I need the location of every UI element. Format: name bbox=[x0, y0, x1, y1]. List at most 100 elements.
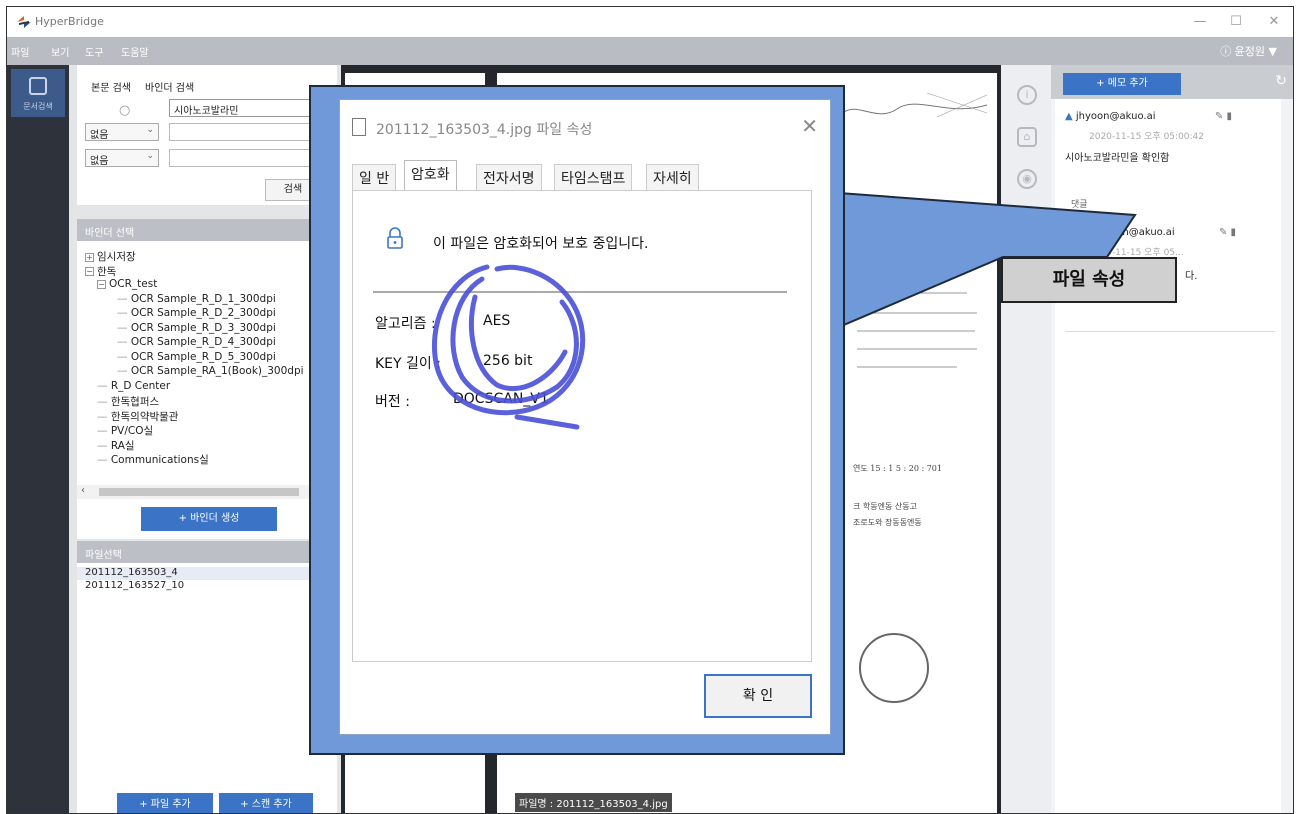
tree-item[interactable]: − OCR_test bbox=[97, 278, 157, 290]
nav-rail: 문서검색 bbox=[7, 65, 69, 813]
tree-item[interactable]: — OCR Sample_R_D_5_300dpi bbox=[117, 351, 276, 363]
expand-icon[interactable]: + bbox=[85, 252, 94, 262]
file-actions: + 파일 추가 + 스캔 추가 bbox=[77, 783, 337, 813]
reply-content: 다. bbox=[1185, 271, 1198, 282]
memo-panel: + 메모 추가 ↻ ▲ jhyoon@akuo.ai ✎ ▮ 2020-11-1… bbox=[1051, 65, 1293, 813]
document-search-icon bbox=[29, 77, 47, 95]
memo-list: ▲ jhyoon@akuo.ai ✎ ▮ 2020-11-15 오후 05:00… bbox=[1055, 99, 1281, 813]
tree-item[interactable]: — OCR Sample_R_D_1_300dpi bbox=[117, 293, 276, 305]
tab-text-search[interactable]: 본문 검색 bbox=[87, 77, 135, 96]
tree-branch-icon: — bbox=[97, 439, 111, 452]
filter-select-2[interactable]: 없음 ⌄ bbox=[85, 149, 159, 167]
user-menu[interactable]: ⓘ 윤정원 ▼ bbox=[1220, 43, 1277, 59]
file-icon bbox=[352, 118, 366, 136]
rail-item-document-search[interactable]: 문서검색 bbox=[11, 69, 65, 117]
tree-item[interactable]: — 한독협퍼스 bbox=[97, 394, 159, 409]
collapse-icon[interactable]: − bbox=[85, 267, 94, 276]
tree-branch-icon: — bbox=[117, 321, 131, 334]
tree-item[interactable]: + 임시저장 bbox=[85, 249, 136, 264]
minimize-button[interactable]: — bbox=[1185, 12, 1215, 32]
menu-help[interactable]: 도움말 bbox=[121, 44, 149, 59]
tab-binder-search[interactable]: 바인더 검색 bbox=[141, 77, 198, 96]
tab-encryption[interactable]: 암호화 bbox=[404, 160, 457, 192]
close-button[interactable]: ✕ bbox=[1259, 12, 1289, 32]
tree-item[interactable]: − 한독 bbox=[85, 264, 116, 279]
search-input[interactable]: 시아노코발라민 bbox=[169, 99, 329, 117]
refresh-icon[interactable]: ↻ bbox=[1275, 73, 1287, 89]
create-binder-button[interactable]: + 바인더 생성 bbox=[141, 507, 277, 531]
memo-content: 시아노코발라민을 확인함 bbox=[1065, 153, 1170, 164]
user-icon: ▲ bbox=[1084, 227, 1092, 238]
stamp-icon[interactable]: ◉ bbox=[1017, 169, 1037, 189]
rail-item-label: 문서검색 bbox=[23, 102, 53, 111]
document-line: 조로도와 장동동엔동 bbox=[853, 518, 922, 527]
tab-details[interactable]: 자세히 bbox=[646, 164, 699, 190]
tree-branch-icon: — bbox=[117, 336, 131, 348]
tree-item[interactable]: — RA실 bbox=[97, 438, 135, 453]
file-list: 201112_163503_4 201112_163527_10 bbox=[77, 563, 337, 783]
file-item[interactable]: 201112_163503_4 bbox=[77, 567, 337, 580]
tree-item[interactable]: — OCR Sample_R_D_3_300dpi bbox=[117, 322, 276, 334]
memo-timestamp: 2020-11-15 오후 05:00:42 bbox=[1089, 132, 1205, 142]
title-bar: HyperBridge — ☐ ✕ bbox=[7, 7, 1293, 37]
tab-digital-signature[interactable]: 전자서명 bbox=[476, 164, 542, 190]
add-scan-button[interactable]: + 스캔 추가 bbox=[219, 793, 313, 813]
ok-button[interactable]: 확 인 bbox=[704, 674, 812, 718]
tree-item-label: OCR Sample_R_D_4_300dpi bbox=[130, 336, 276, 348]
menu-file[interactable]: 파일 bbox=[11, 44, 29, 59]
filter-input-2[interactable] bbox=[169, 149, 329, 167]
tree-item[interactable]: — PV/CO실 bbox=[97, 423, 153, 438]
file-item[interactable]: 201112_163527_10 bbox=[77, 580, 337, 593]
tree-item[interactable]: — R_D Center bbox=[97, 380, 170, 392]
reply-indent-icon: └ bbox=[1075, 227, 1082, 238]
menu-tools[interactable]: 도구 bbox=[85, 44, 103, 59]
memo-author: ▲ jhyoon@akuo.ai bbox=[1065, 111, 1155, 122]
tab-general[interactable]: 일 반 bbox=[352, 164, 397, 190]
app-window: HyperBridge — ☐ ✕ 파일 보기 도구 도움말 ⓘ 윤정원 ▼ 문… bbox=[6, 6, 1294, 814]
tree-item-label: 한독협퍼스 bbox=[110, 396, 160, 408]
search-panel: 본문 검색 바인더 검색 ○ 시아노코발라민 없음 ⌄ 없음 ⌄ 검색 바인더 … bbox=[69, 65, 341, 813]
scrollbar-thumb[interactable] bbox=[99, 488, 299, 496]
tree-branch-icon: — bbox=[97, 379, 111, 392]
add-file-button[interactable]: + 파일 추가 bbox=[117, 793, 213, 813]
collapse-icon[interactable]: − bbox=[97, 279, 106, 289]
divider bbox=[1065, 331, 1275, 332]
reply-edit-icon[interactable]: ✎ ▮ bbox=[1219, 227, 1236, 238]
dialog-close-button[interactable]: ✕ bbox=[801, 114, 818, 138]
tree-scrollbar[interactable]: ‹ bbox=[77, 485, 337, 499]
add-memo-button[interactable]: + 메모 추가 bbox=[1063, 73, 1181, 95]
tree-item[interactable]: — Communications실 bbox=[97, 452, 209, 467]
file-section-header: 파일선택 bbox=[77, 541, 337, 563]
scribble-annotation bbox=[431, 264, 586, 430]
tree-item-label: OCR Sample_R_D_5_300dpi bbox=[130, 350, 276, 363]
tree-item[interactable]: — OCR Sample_R_D_4_300dpi bbox=[117, 336, 276, 348]
tree-item[interactable]: — OCR Sample_R_D_2_300dpi bbox=[117, 307, 276, 319]
tree-branch-icon: — bbox=[97, 410, 111, 423]
tree-item[interactable]: — 한독의약박물관 bbox=[97, 409, 178, 424]
app-logo-icon bbox=[17, 16, 31, 28]
tree-branch-icon: — bbox=[97, 454, 111, 466]
tree-item-label: OCR Sample_RA_1(Book)_300dpi bbox=[130, 365, 304, 377]
chevron-down-icon: ⌄ bbox=[146, 151, 154, 161]
lock-icon[interactable]: ⌂ bbox=[1017, 127, 1037, 147]
tree-item-label: 한독의약박물관 bbox=[110, 410, 179, 423]
document-handwriting bbox=[857, 292, 977, 368]
tree-item-label: OCR Sample_R_D_3_300dpi bbox=[130, 321, 276, 334]
padlock-icon bbox=[387, 227, 403, 249]
maximize-button[interactable]: ☐ bbox=[1221, 12, 1251, 32]
filter-select-value: 없음 bbox=[90, 130, 109, 141]
document-line: 크 학동엔동 산동고 bbox=[853, 502, 917, 511]
menu-view[interactable]: 보기 bbox=[51, 44, 69, 59]
binder-actions: + 바인더 생성 bbox=[77, 499, 337, 539]
edit-icon[interactable]: ✎ ▮ bbox=[1215, 111, 1232, 122]
filter-input-1[interactable] bbox=[169, 123, 329, 141]
tree-branch-icon: — bbox=[117, 307, 131, 319]
scroll-left-icon[interactable]: ‹ bbox=[81, 485, 85, 496]
tab-timestamp[interactable]: 타임스탬프 bbox=[554, 164, 633, 190]
tree-item[interactable]: — OCR Sample_RA_1(Book)_300dpi bbox=[117, 365, 304, 377]
filter-select-1[interactable]: 없음 ⌄ bbox=[85, 123, 159, 141]
tree-item-label: OCR Sample_R_D_1_300dpi bbox=[130, 292, 276, 305]
filename-badge: 파일명 : 201112_163503_4.jpg bbox=[515, 793, 672, 812]
info-icon[interactable]: i bbox=[1017, 85, 1037, 105]
app-title: HyperBridge bbox=[35, 15, 104, 28]
